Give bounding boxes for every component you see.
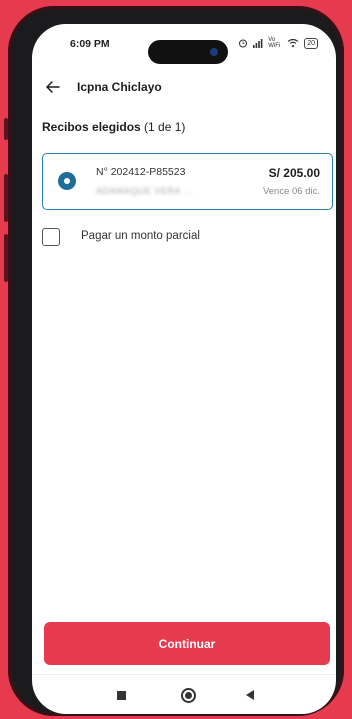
side-button [4,174,8,222]
receipt-name: ADAMAQUE VERA ... [96,186,193,196]
screen: 6:09 PM Vo WiFi 20 Icpna Chiclayo Recibo… [32,24,336,714]
section-title-label: Recibos elegidos [42,120,141,134]
receipt-radio[interactable] [58,172,76,190]
partial-payment-checkbox[interactable] [42,228,60,246]
camera-icon [210,48,218,56]
app-bar: Icpna Chiclayo [32,70,336,110]
side-button [4,234,8,282]
system-nav-bar [32,674,336,714]
vowifi-label: Vo WiFi [268,37,281,49]
receipt-due-date: Vence 06 dic. [262,186,320,197]
camera-island [148,40,228,64]
status-time: 6:09 PM [70,38,110,50]
partial-payment-label: Pagar un monto parcial [81,230,200,242]
section-count: (1 de 1) [144,120,186,134]
radio-dot [64,178,70,184]
page-title: Icpna Chiclayo [77,80,162,94]
side-button [4,118,8,140]
back-arrow-icon[interactable] [42,76,64,98]
wifi-icon [287,38,299,48]
section-title: Recibos elegidos (1 de 1) [42,120,185,134]
recents-icon[interactable] [117,691,126,700]
back-triangle-icon[interactable] [246,690,254,700]
phone-frame: 6:09 PM Vo WiFi 20 Icpna Chiclayo Recibo… [4,6,344,716]
signal-icon [253,38,263,48]
continue-button[interactable]: Continuar [44,622,330,665]
status-bar: 6:09 PM Vo WiFi 20 [32,24,336,70]
battery-icon: 20 [304,37,318,49]
receipt-number: N° 202412-P85523 [96,166,186,178]
status-icons: Vo WiFi 20 [238,37,318,49]
alarm-icon [239,39,248,48]
receipt-amount: S/ 205.00 [268,166,320,180]
receipt-card[interactable]: N° 202412-P85523 ADAMAQUE VERA ... S/ 20… [42,153,333,210]
home-icon-dot [185,692,192,699]
home-icon[interactable] [181,688,196,703]
